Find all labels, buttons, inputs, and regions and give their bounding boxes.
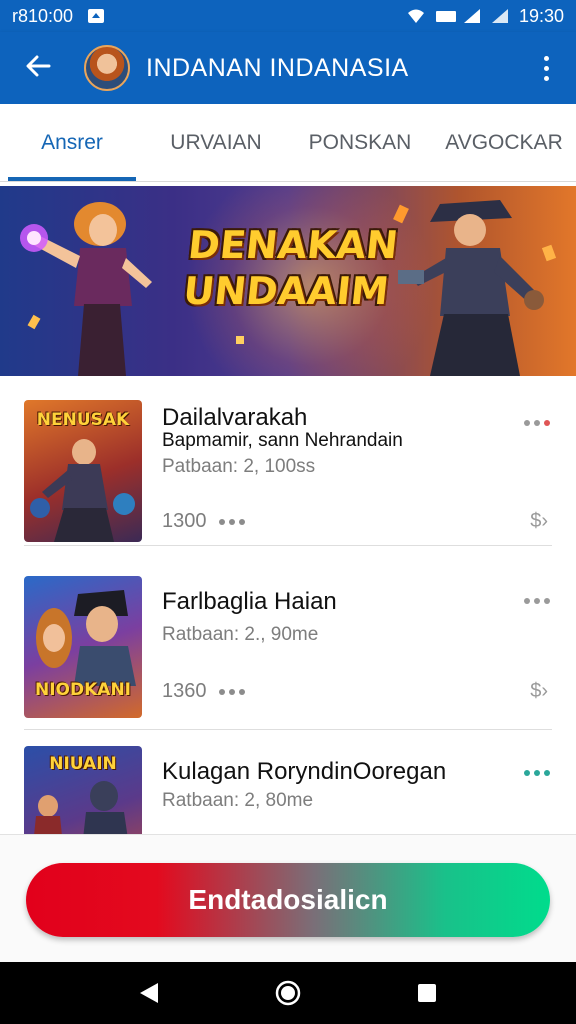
item-count: 1300	[162, 510, 245, 533]
nav-back-icon[interactable]	[129, 973, 169, 1013]
avatar[interactable]	[84, 45, 130, 91]
status-time-left: r810:00	[12, 5, 74, 26]
item-name: Farlbaglia Haian	[162, 588, 337, 615]
promo-banner[interactable]: DENAKAN UNDAAIM	[0, 186, 576, 376]
item-subtitle: Bapmamir, sann Nehrandain	[162, 430, 403, 451]
dots-icon	[218, 688, 245, 695]
primary-action-button[interactable]: Endtadosialicn	[26, 863, 550, 937]
nav-recents-icon[interactable]	[407, 973, 447, 1013]
notification-icon	[87, 8, 105, 24]
item-meta: Ratbaan: 2., 90me	[162, 624, 319, 645]
app-title: INDANAN INDANASIA	[146, 53, 409, 82]
game-thumbnail: NENUSAK	[24, 400, 142, 542]
item-count: 1360	[162, 680, 245, 703]
back-button[interactable]	[18, 48, 58, 88]
system-nav-bar	[0, 962, 576, 1024]
tab-ansrer[interactable]: Ansrer	[0, 104, 144, 181]
bottom-panel: Endtadosialicn	[0, 834, 576, 962]
dots-icon	[218, 518, 245, 525]
list-item[interactable]: NIUAIN Kulagan RoryndinOoregan Ratbaan: …	[24, 730, 552, 834]
banner-title: DENAKAN UNDAAIM	[181, 223, 401, 313]
battery-icon	[491, 8, 509, 24]
more-vert-icon[interactable]	[534, 48, 558, 88]
tab-bar: Ansrer URVAIAN PONSKAN AVGOCKAR	[0, 104, 576, 182]
tab-avgockar[interactable]: AVGOCKAR	[432, 104, 576, 181]
status-bar: r810:00 19:30	[0, 0, 576, 32]
item-meta: Ratbaan: 2, 80me	[162, 790, 314, 811]
signal-icon	[463, 8, 481, 24]
game-thumbnail: NIODKANI	[24, 576, 142, 718]
item-price[interactable]: $›	[530, 680, 548, 703]
tab-ponskan[interactable]: PONSKAN	[288, 104, 432, 181]
nav-home-icon[interactable]	[268, 973, 308, 1013]
item-meta: Patbaan: 2, 100ss	[162, 456, 316, 477]
item-price[interactable]: $›	[530, 510, 548, 533]
item-menu-icon[interactable]	[524, 598, 550, 604]
item-name: Kulagan RoryndinOoregan	[162, 758, 447, 785]
chevron-right-icon: ›	[541, 680, 548, 702]
status-time-right: 19:30	[518, 5, 564, 26]
item-menu-icon[interactable]	[524, 770, 550, 776]
app-bar: INDANAN INDANASIA	[0, 32, 576, 104]
chevron-right-icon: ›	[541, 510, 548, 532]
wifi-icon	[407, 8, 425, 24]
list-item[interactable]: NIODKANI Farlbaglia Haian Ratbaan: 2., 9…	[24, 560, 552, 730]
item-menu-icon[interactable]	[524, 420, 550, 426]
list-item[interactable]: NENUSAK Dailalvarakah Bapmamir, sann Neh…	[24, 376, 552, 546]
back-arrow-icon	[25, 55, 51, 82]
game-list: NENUSAK Dailalvarakah Bapmamir, sann Neh…	[0, 376, 576, 834]
game-thumbnail: NIUAIN	[24, 746, 142, 834]
tab-urvaian[interactable]: URVAIAN	[144, 104, 288, 181]
item-name: Dailalvarakah	[162, 404, 308, 431]
sim-icon	[435, 8, 456, 24]
